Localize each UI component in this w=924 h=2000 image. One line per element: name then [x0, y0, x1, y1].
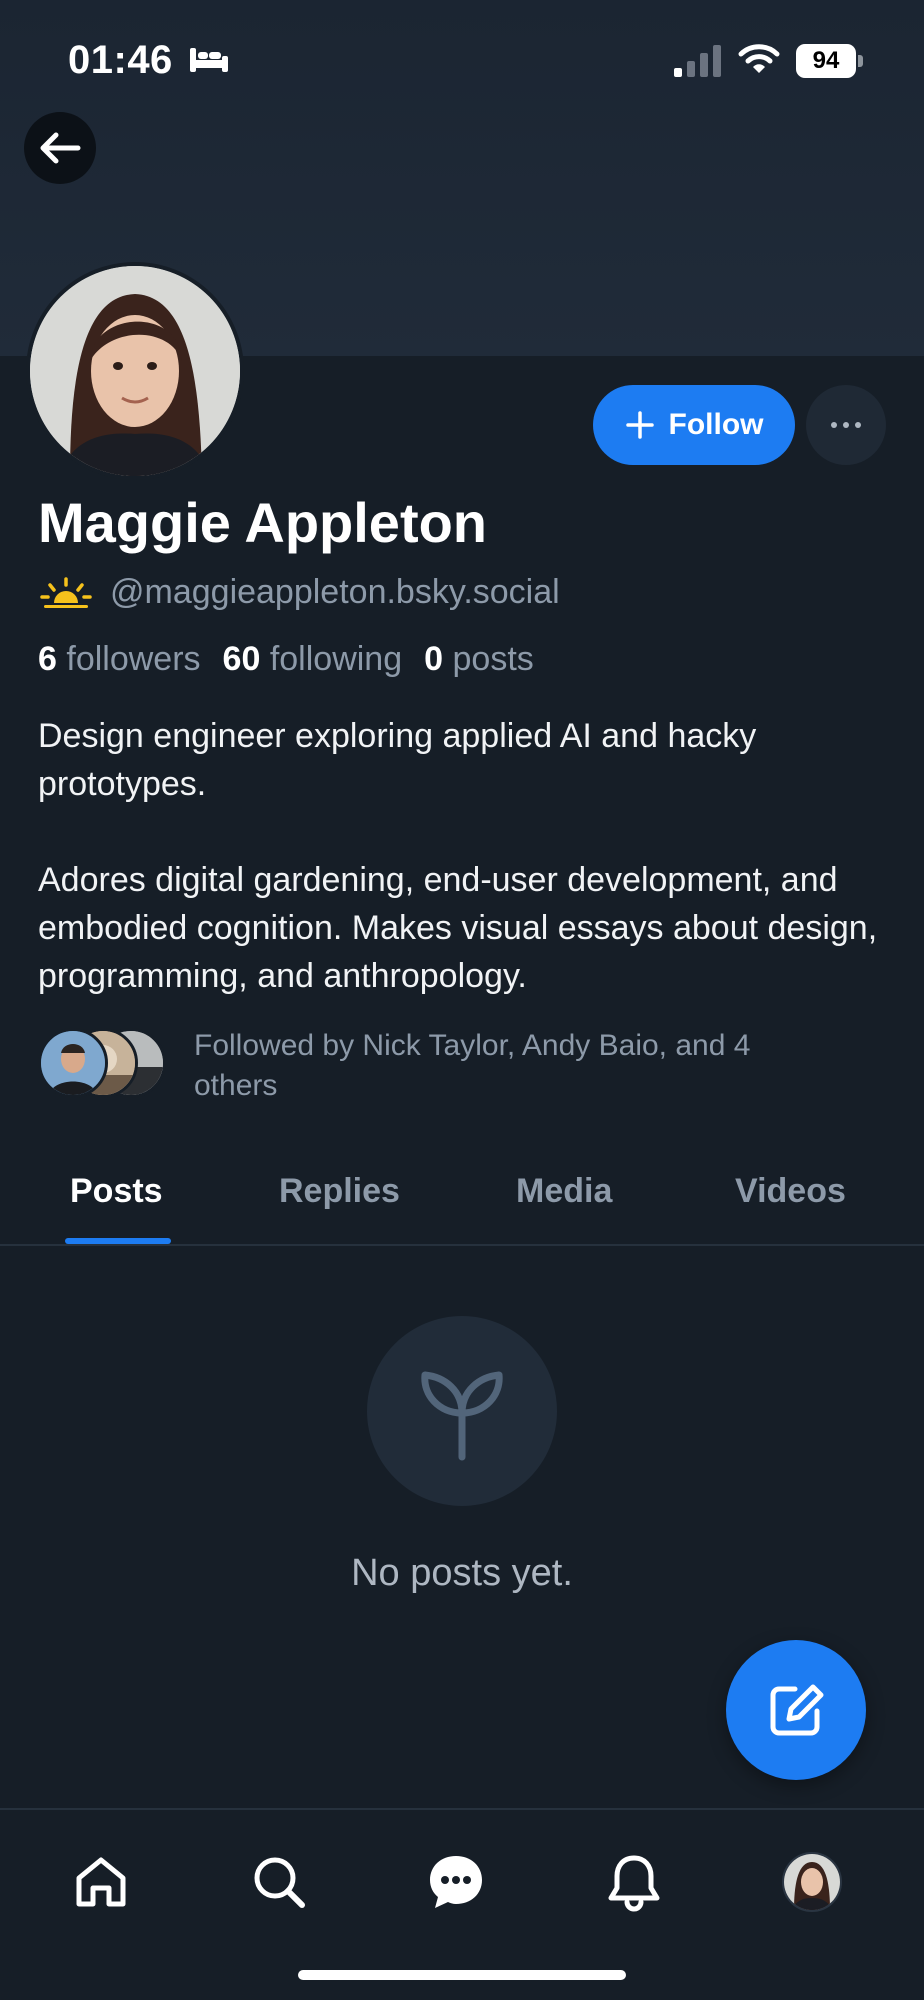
bio-paragraph: Adores digital gardening, end-user devel…: [38, 861, 878, 995]
plus-icon: [625, 411, 654, 439]
empty-state-message: No posts yet.: [351, 1552, 573, 1594]
tab-videos[interactable]: Videos: [735, 1172, 846, 1211]
followers-stat[interactable]: 6 followers: [38, 640, 201, 679]
bio-paragraph: Design engineer exploring applied AI and…: [38, 717, 757, 803]
compose-icon: [770, 1684, 824, 1736]
followed-by-text: Followed by Nick Taylor, Andy Baio, and …: [194, 1029, 751, 1102]
nav-chat[interactable]: [420, 1846, 492, 1918]
status-bar: 01:46 94: [0, 0, 924, 120]
profile-bio: Design engineer exploring applied AI and…: [38, 712, 898, 1048]
following-count: 60: [222, 640, 261, 678]
tab-posts[interactable]: Posts: [70, 1172, 163, 1211]
ellipsis-icon: [831, 422, 837, 428]
posts-stat: 0 posts: [424, 640, 534, 679]
home-icon: [76, 1857, 126, 1907]
back-button[interactable]: [24, 112, 96, 184]
seedling-icon: [421, 1371, 503, 1461]
ellipsis-dot: [855, 422, 861, 428]
nav-profile[interactable]: [776, 1846, 848, 1918]
following-stat[interactable]: 60 following: [223, 640, 403, 679]
posts-label: posts: [452, 640, 534, 678]
avatar-portrait-image: [30, 266, 240, 476]
ellipsis-dot: [843, 422, 849, 428]
followers-label: followers: [66, 640, 201, 678]
following-label: following: [269, 640, 403, 678]
profile-handle: @maggieappleton.bsky.social: [110, 572, 560, 611]
battery-indicator: 94: [796, 44, 864, 78]
posts-count: 0: [424, 640, 444, 678]
tab-replies[interactable]: Replies: [279, 1172, 400, 1211]
nav-notifications[interactable]: [598, 1846, 670, 1918]
sun-emoji-icon: [40, 577, 92, 608]
profile-avatar-small: [782, 1852, 842, 1912]
follower-avatar: [38, 1028, 108, 1098]
search-icon: [254, 1857, 305, 1908]
profile-tabs: Posts Replies Media Videos: [0, 1150, 924, 1246]
profile-avatar[interactable]: [26, 262, 244, 480]
active-tab-indicator: [65, 1238, 171, 1244]
status-time: 01:46: [68, 38, 173, 82]
battery-tip: [858, 55, 863, 67]
sleep-focus-icon: [190, 48, 228, 72]
battery-level: 94: [796, 44, 856, 78]
handle-row: @maggieappleton.bsky.social: [40, 572, 560, 612]
bell-icon: [608, 1855, 660, 1912]
arrow-left-icon: [40, 132, 81, 164]
nav-search[interactable]: [243, 1846, 315, 1918]
chat-icon: [430, 1856, 482, 1908]
known-followers[interactable]: Followed by Nick Taylor, Andy Baio, and …: [38, 1024, 834, 1106]
follow-button[interactable]: Follow: [593, 385, 795, 465]
cellular-signal-icon: [674, 45, 721, 77]
tab-media[interactable]: Media: [516, 1172, 612, 1211]
profile-display-name: Maggie Appleton: [38, 491, 488, 554]
wifi-icon: [738, 44, 780, 73]
followers-count: 6: [38, 640, 57, 678]
compose-post-button[interactable]: [726, 1640, 866, 1780]
known-followers-avatars: [38, 1024, 166, 1098]
home-indicator: [298, 1970, 626, 1980]
nav-home[interactable]: [65, 1846, 137, 1918]
more-options-button[interactable]: [806, 385, 886, 465]
follow-button-label: Follow: [668, 408, 764, 441]
profile-stats: 6 followers 60 following 0 posts: [38, 640, 534, 679]
empty-state-badge: [367, 1316, 557, 1506]
